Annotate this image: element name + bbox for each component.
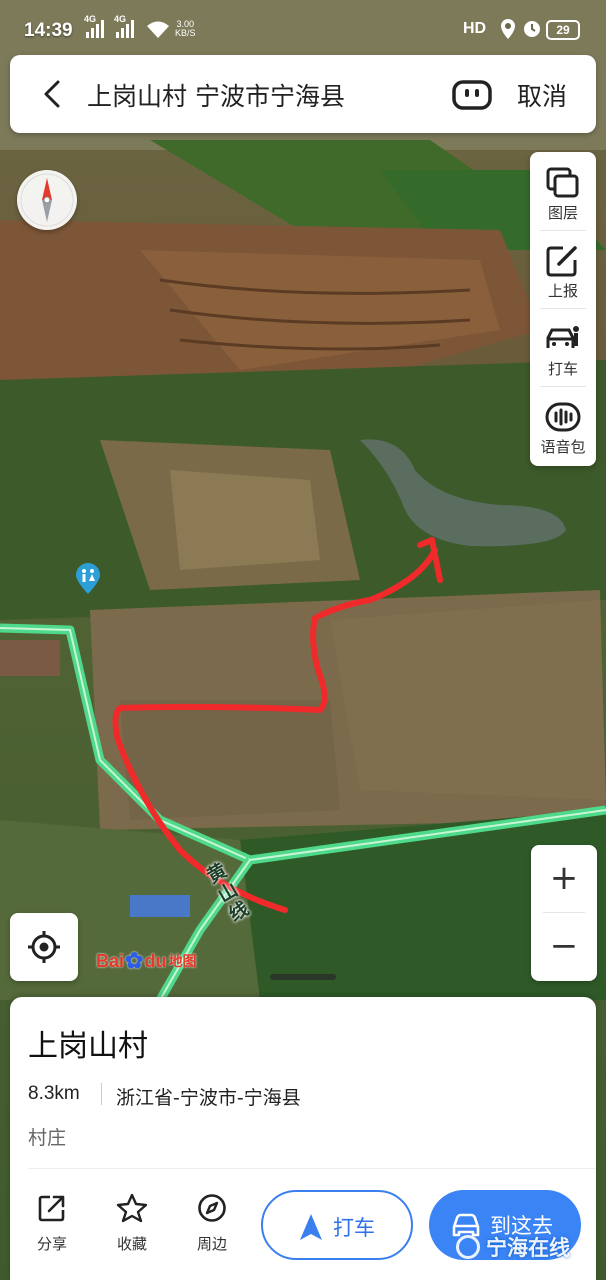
favorite-button[interactable]: 收藏 bbox=[102, 1193, 162, 1254]
taxi-button-label: 打车 bbox=[333, 1216, 375, 1240]
report-label: 上报 bbox=[547, 282, 578, 300]
toolbar-divider bbox=[540, 230, 586, 231]
compass-icon[interactable] bbox=[17, 170, 77, 230]
map-toolbar: 图层 上报 打车 语音包 bbox=[530, 152, 596, 466]
voice-pack-label: 语音包 bbox=[540, 438, 586, 456]
place-distance: 8.3km bbox=[28, 1083, 80, 1104]
layers-label: 图层 bbox=[547, 204, 578, 222]
baidu-map-logo: Bai ✿ du 地图 bbox=[96, 946, 196, 976]
network-type-2: 4G bbox=[114, 14, 127, 24]
drag-handle[interactable] bbox=[270, 974, 336, 980]
status-time: 14:39 bbox=[24, 20, 73, 41]
report-button[interactable]: 上报 bbox=[530, 232, 596, 308]
watermark-text: 宁海在线 bbox=[486, 1236, 570, 1260]
logo-du: du bbox=[144, 950, 167, 971]
zoom-out-button[interactable]: − bbox=[531, 913, 597, 979]
status-bar: 14:39 4G 4G 3.00 KB/S HD 29 bbox=[0, 0, 606, 56]
taxi-button[interactable]: 打车 bbox=[261, 1190, 413, 1260]
locate-me-button[interactable] bbox=[10, 913, 78, 981]
place-name: 上岗山村 bbox=[28, 1029, 148, 1064]
net-speed-unit: KB/S bbox=[175, 28, 196, 38]
back-arrow-icon[interactable] bbox=[38, 77, 68, 111]
network-type-1: 4G bbox=[84, 14, 97, 24]
nearby-label: 周边 bbox=[196, 1235, 227, 1253]
compass-nearby-icon bbox=[198, 1194, 226, 1222]
nearby-button[interactable]: 周边 bbox=[182, 1193, 242, 1254]
favorite-label: 收藏 bbox=[116, 1235, 147, 1253]
taxi-tool-label: 打车 bbox=[547, 360, 578, 378]
report-edit-icon bbox=[546, 246, 577, 277]
assistant-bot-icon[interactable] bbox=[451, 78, 493, 112]
watermark-logo-icon bbox=[456, 1235, 480, 1259]
voice-pack-button[interactable]: 语音包 bbox=[530, 388, 596, 464]
cancel-button[interactable]: 取消 bbox=[517, 77, 567, 113]
card-divider bbox=[28, 1168, 596, 1169]
share-button[interactable]: 分享 bbox=[22, 1193, 82, 1254]
search-query[interactable]: 上岗山村 宁波市宁海县 bbox=[87, 77, 345, 113]
battery-indicator: 29 bbox=[546, 20, 580, 40]
logo-map: 地图 bbox=[168, 953, 197, 969]
taxi-tool-button[interactable]: 打车 bbox=[530, 310, 596, 386]
alarm-icon bbox=[522, 18, 542, 43]
place-category: 村庄 bbox=[28, 1127, 67, 1149]
place-address: 浙江省-宁波市-宁海县 bbox=[116, 1087, 301, 1109]
hd-indicator: HD bbox=[463, 20, 487, 37]
crosshair-icon bbox=[28, 931, 60, 963]
navigation-arrow-icon bbox=[300, 1214, 322, 1240]
site-watermark: 宁海在线 bbox=[456, 1232, 570, 1262]
layers-button[interactable]: 图层 bbox=[530, 154, 596, 230]
taxi-icon bbox=[546, 326, 579, 348]
voice-pack-icon bbox=[545, 402, 581, 432]
share-label: 分享 bbox=[36, 1235, 67, 1253]
share-icon bbox=[38, 1195, 65, 1222]
toolbar-divider bbox=[540, 308, 586, 309]
zoom-control: + − bbox=[531, 845, 597, 981]
restroom-poi-icon[interactable] bbox=[74, 563, 102, 595]
search-bar: 上岗山村 宁波市宁海县 取消 bbox=[10, 55, 596, 133]
paw-icon: ✿ bbox=[125, 948, 144, 973]
wifi-icon bbox=[146, 20, 170, 43]
logo-bai: Bai bbox=[96, 950, 125, 971]
zoom-in-button[interactable]: + bbox=[531, 845, 597, 911]
star-icon bbox=[116, 1193, 148, 1223]
location-pin-icon bbox=[501, 19, 515, 44]
info-divider bbox=[101, 1083, 102, 1105]
toolbar-divider bbox=[540, 386, 586, 387]
net-speed: 3.00 KB/S bbox=[175, 20, 196, 38]
layers-icon bbox=[546, 167, 579, 198]
